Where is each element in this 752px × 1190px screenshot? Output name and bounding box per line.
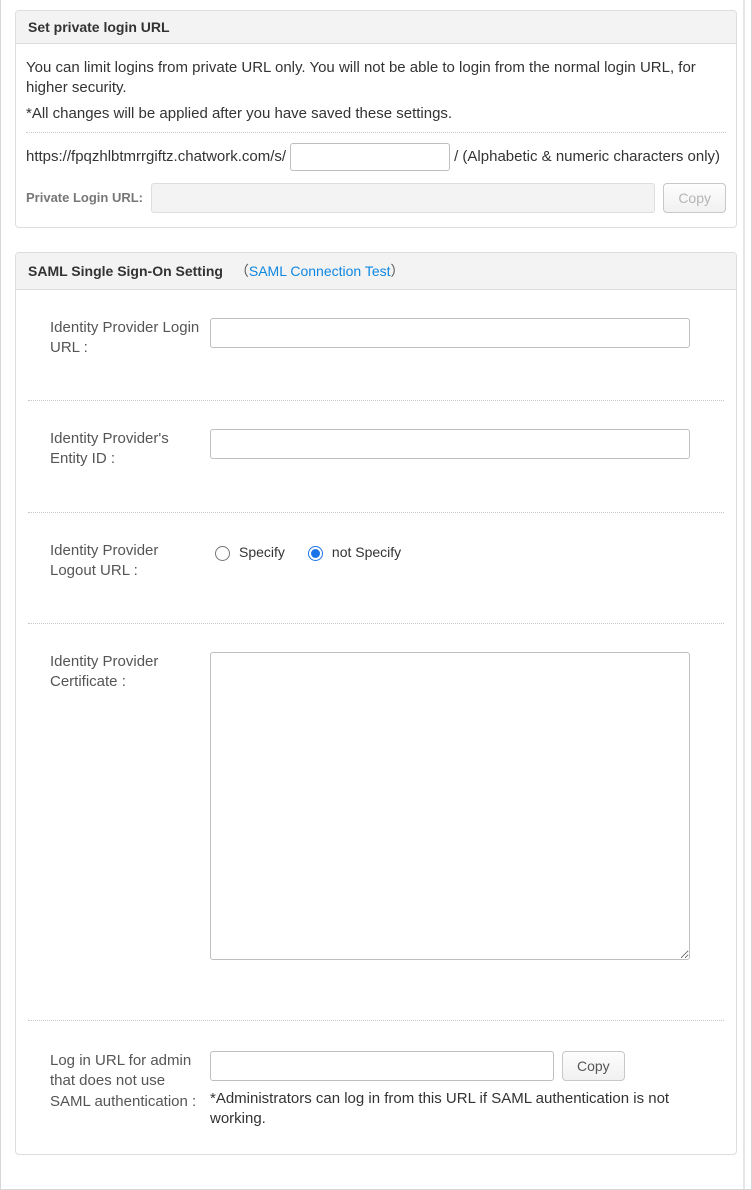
idp-cert-row: Identity Provider Certificate : xyxy=(28,624,724,1021)
private-login-url-label: Private Login URL: xyxy=(26,190,143,205)
idp-cert-label: Identity Provider Certificate : xyxy=(50,652,210,693)
idp-entity-row: Identity Provider's Entity ID : xyxy=(28,401,724,513)
private-url-hint: / (Alphabetic & numeric characters only) xyxy=(454,148,720,165)
private-url-base: https://fpqzhlbtmrrgiftz.chatwork.com/s/ xyxy=(26,148,286,165)
settings-page: Set private login URL You can limit logi… xyxy=(0,0,752,1190)
private-login-url-field[interactable] xyxy=(151,183,655,213)
copy-admin-url-button[interactable]: Copy xyxy=(562,1051,625,1081)
idp-entity-label: Identity Provider's Entity ID : xyxy=(50,429,210,470)
logout-specify-radio[interactable] xyxy=(215,546,230,561)
logout-specify-label: Specify xyxy=(239,544,285,560)
idp-logout-row: Identity Provider Logout URL : Specify n… xyxy=(28,513,724,625)
saml-heading-title: SAML Single Sign-On Setting xyxy=(28,263,223,279)
idp-login-row: Identity Provider Login URL : xyxy=(28,290,724,402)
idp-certificate-textarea[interactable] xyxy=(210,652,690,960)
divider xyxy=(26,132,726,133)
logout-not-specify-option[interactable]: not Specify xyxy=(303,543,401,561)
admin-login-url-input[interactable] xyxy=(210,1051,554,1081)
saml-heading: SAML Single Sign-On Setting （SAML Connec… xyxy=(16,253,736,290)
logout-specify-option[interactable]: Specify xyxy=(210,543,285,561)
idp-login-url-input[interactable] xyxy=(210,318,690,348)
admin-login-hint: *Administrators can log in from this URL… xyxy=(210,1089,710,1130)
private-login-panel: Set private login URL You can limit logi… xyxy=(15,10,737,228)
idp-entity-id-input[interactable] xyxy=(210,429,690,459)
private-login-heading: Set private login URL xyxy=(16,11,736,44)
admin-login-label: Log in URL for admin that does not use S… xyxy=(50,1051,210,1112)
saml-connection-test-link[interactable]: SAML Connection Test xyxy=(249,263,391,279)
idp-login-label: Identity Provider Login URL : xyxy=(50,318,210,359)
logout-not-specify-label: not Specify xyxy=(332,544,401,560)
copy-private-url-button[interactable]: Copy xyxy=(663,183,726,213)
saml-panel: SAML Single Sign-On Setting （SAML Connec… xyxy=(15,252,737,1155)
logout-radio-group: Specify not Specify xyxy=(210,541,714,561)
idp-logout-label: Identity Provider Logout URL : xyxy=(50,541,210,582)
private-login-copy-row: Private Login URL: Copy xyxy=(26,183,726,213)
admin-login-row: Log in URL for admin that does not use S… xyxy=(28,1021,724,1134)
private-login-description: You can limit logins from private URL on… xyxy=(26,58,726,99)
private-url-row: https://fpqzhlbtmrrgiftz.chatwork.com/s/… xyxy=(26,143,726,171)
private-login-note: *All changes will be applied after you h… xyxy=(26,105,726,122)
logout-not-specify-radio[interactable] xyxy=(308,546,323,561)
private-url-suffix-input[interactable] xyxy=(290,143,450,171)
saml-test-wrapper: （SAML Connection Test） xyxy=(235,263,405,279)
